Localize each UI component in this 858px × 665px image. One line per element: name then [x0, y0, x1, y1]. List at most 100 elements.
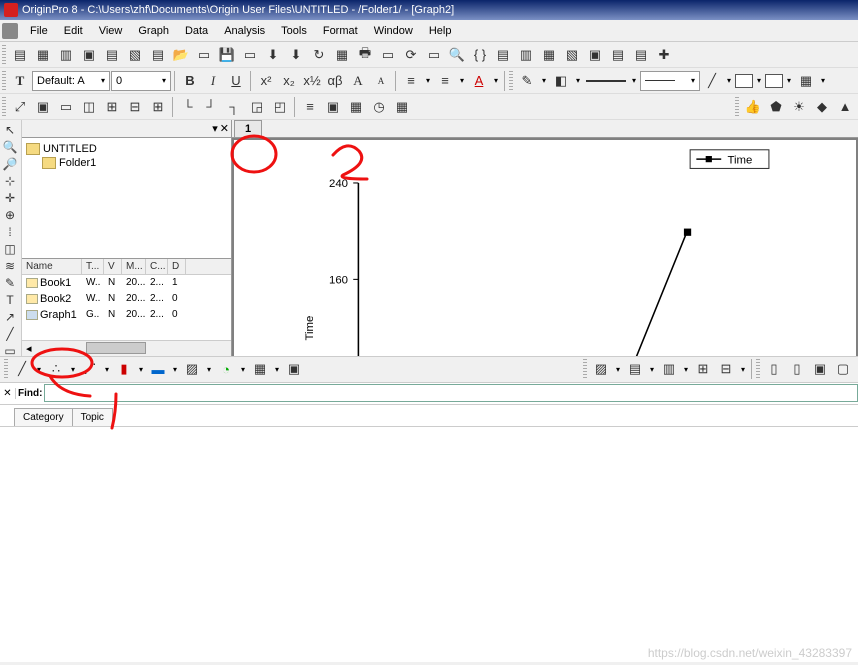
col-dep[interactable]: D [168, 259, 186, 274]
pattern-icon[interactable]: ▦ [795, 70, 817, 92]
dropdown-arrow-icon[interactable]: ▾ [68, 365, 78, 374]
zoom-in-icon[interactable]: 🔍 [0, 139, 20, 155]
recalculate-icon[interactable]: ↻ [308, 44, 330, 66]
dropdown-arrow-icon[interactable]: ▾ [170, 365, 180, 374]
group-icon[interactable]: ▣ [809, 358, 831, 380]
dropdown-arrow-icon[interactable]: ▾ [204, 365, 214, 374]
grip[interactable] [2, 97, 6, 117]
speed-mode-icon[interactable]: ▣ [322, 96, 344, 118]
col-view[interactable]: V [104, 259, 122, 274]
draw-data-icon[interactable]: ✎ [0, 275, 20, 291]
layer-icon[interactable]: ▭ [55, 96, 77, 118]
subscript-icon[interactable]: x₂ [278, 70, 300, 92]
results-icon[interactable]: ▤ [492, 44, 514, 66]
dropdown-arrow-icon[interactable]: ▾ [629, 76, 639, 85]
fill-color-icon[interactable]: ◧ [550, 70, 572, 92]
new-graph-icon[interactable]: ▣ [78, 44, 100, 66]
arrow-tool-icon[interactable]: ↗ [0, 309, 20, 325]
region-icon[interactable]: ≋ [0, 258, 20, 274]
grip[interactable] [583, 359, 587, 379]
reader-icon[interactable]: ✛ [0, 190, 20, 206]
grip[interactable] [756, 359, 760, 379]
horizontal-scrollbar[interactable]: ◂ [22, 340, 231, 356]
data-series[interactable] [421, 229, 692, 356]
line-style-sample[interactable] [586, 80, 626, 82]
grip[interactable] [4, 359, 8, 379]
dropdown-arrow-icon[interactable]: ▾ [423, 76, 433, 85]
save-icon[interactable]: 💾 [216, 44, 238, 66]
dropdown-arrow-icon[interactable]: ▾ [34, 365, 44, 374]
opengl-icon[interactable]: 👍 [742, 96, 764, 118]
col-type[interactable]: T... [82, 259, 104, 274]
import-icon[interactable]: ⬇ [262, 44, 284, 66]
print-icon[interactable]: 🖶 [354, 44, 376, 66]
align-left-icon[interactable]: ≡ [400, 70, 422, 92]
menu-edit[interactable]: Edit [56, 22, 91, 40]
line-color-icon[interactable]: ╱ [701, 70, 723, 92]
dropdown-arrow-icon[interactable]: ▾ [272, 365, 282, 374]
list-item[interactable]: Book2 W..N20...2...0 [22, 291, 231, 307]
legend[interactable]: Time [690, 150, 769, 169]
font-color-icon[interactable]: A [468, 70, 490, 92]
extract-icon[interactable]: ▤ [607, 44, 629, 66]
rescale-icon[interactable]: ⤢ [9, 96, 31, 118]
col-modified[interactable]: M... [122, 259, 146, 274]
menu-help[interactable]: Help [421, 22, 460, 40]
menu-format[interactable]: Format [315, 22, 366, 40]
line-plot-icon[interactable]: ╱ [11, 358, 33, 380]
font-icon[interactable]: T [9, 70, 31, 92]
mesh-icon[interactable]: ◆ [811, 96, 833, 118]
open-template-icon[interactable]: ▭ [193, 44, 215, 66]
new-project-icon[interactable]: ▤ [9, 44, 31, 66]
close-icon[interactable]: ✕ [220, 122, 229, 135]
grip[interactable] [2, 45, 6, 65]
pie-plot-icon[interactable]: ◔ [215, 358, 237, 380]
unmask-icon[interactable]: ▥ [658, 358, 680, 380]
merge-icon[interactable]: ⊟ [124, 96, 146, 118]
close-find-icon[interactable]: ✕ [0, 388, 16, 399]
mask-tool-icon[interactable]: ▨ [590, 358, 612, 380]
line-symbol-icon[interactable]: ⋰ [79, 358, 101, 380]
swap-mask-icon[interactable]: ⊟ [715, 358, 737, 380]
hide-mask-icon[interactable]: ⊞ [692, 358, 714, 380]
data-reader-icon[interactable]: ⊕ [0, 207, 20, 223]
dropdown-arrow-icon[interactable]: ▾ [136, 365, 146, 374]
axis-linked-icon[interactable]: ◰ [269, 96, 291, 118]
speed-icon[interactable]: ⬟ [765, 96, 787, 118]
batch-icon[interactable]: ▦ [331, 44, 353, 66]
new-matrix-icon[interactable]: ▤ [101, 44, 123, 66]
menu-view[interactable]: View [91, 22, 131, 40]
dropdown-arrow-icon[interactable]: ▾ [457, 76, 467, 85]
new-workbook-icon[interactable]: ▦ [32, 44, 54, 66]
layer-tab-1[interactable]: 1 [234, 120, 262, 137]
3d-icon[interactable]: ▲ [834, 96, 856, 118]
menu-data[interactable]: Data [177, 22, 216, 40]
fitting-icon[interactable]: ✚ [653, 44, 675, 66]
duplicate-icon[interactable]: ▭ [377, 44, 399, 66]
dropdown-arrow-icon[interactable]: ▾ [491, 76, 501, 85]
axis-top-icon[interactable]: ┐ [223, 96, 245, 118]
list-item[interactable]: Graph1 G..N20...2...0 [22, 307, 231, 323]
font-family-combo[interactable]: Default: A▾ [32, 71, 110, 91]
enlarge-icon[interactable]: ▣ [32, 96, 54, 118]
zoom-icon[interactable]: 🔍 [446, 44, 468, 66]
legend-update-icon[interactable]: ▦ [345, 96, 367, 118]
font-decrease-icon[interactable]: A [370, 70, 392, 92]
script-icon[interactable]: ▥ [515, 44, 537, 66]
underline-icon[interactable]: U [225, 70, 247, 92]
date-time-icon[interactable]: ◷ [368, 96, 390, 118]
col-created[interactable]: C... [146, 259, 168, 274]
area-plot-icon[interactable]: ▨ [181, 358, 203, 380]
lock-icon[interactable]: ▣ [584, 44, 606, 66]
tree-root[interactable]: UNTITLED [26, 142, 227, 156]
list-item[interactable]: Book1 W..N20...2...1 [22, 275, 231, 291]
mask-range-icon[interactable]: ▤ [624, 358, 646, 380]
rescale-tool-icon[interactable]: ⊹ [0, 173, 20, 189]
stats-icon[interactable]: ▤ [630, 44, 652, 66]
line-width-combo[interactable]: ▾ [640, 71, 700, 91]
axis-right-icon[interactable]: ┘ [200, 96, 222, 118]
slide-icon[interactable]: ▭ [423, 44, 445, 66]
col-name[interactable]: Name [22, 259, 82, 274]
menu-window[interactable]: Window [366, 22, 421, 40]
3d-plot-icon[interactable]: ▦ [249, 358, 271, 380]
